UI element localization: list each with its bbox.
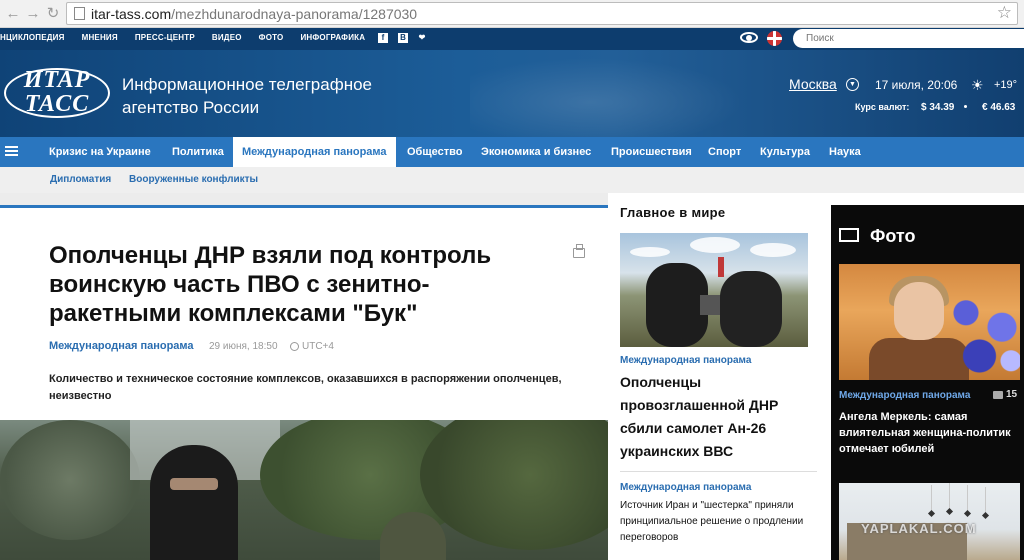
photo-frame-icon — [839, 228, 859, 242]
english-flag-icon[interactable] — [767, 31, 782, 46]
separator-dot — [964, 105, 967, 108]
article-card: Ополченцы ДНР взяли под контроль воинску… — [0, 205, 608, 420]
news-item-category[interactable]: Международная панорама — [620, 482, 751, 493]
header-background-photo — [470, 50, 770, 137]
world-news-title: Главное в мире — [620, 205, 726, 220]
sub-navigation: Дипломатия Вооруженные конфликты — [0, 167, 1024, 193]
rates-label: Курс валют: — [855, 102, 910, 112]
bookmark-star-icon[interactable]: ☆ — [997, 3, 1012, 23]
top-menu-item-press-center[interactable]: ПРЕСС-ЦЕНТР — [135, 33, 195, 42]
nav-item-society[interactable]: Общество — [398, 137, 471, 167]
nav-item-culture[interactable]: Культура — [751, 137, 819, 167]
photo-column: Фото Международная панорама 15 Ангела Ме… — [831, 205, 1024, 560]
page-icon — [74, 7, 85, 20]
nav-item-incidents[interactable]: Происшествия — [602, 137, 701, 167]
nav-item-sport[interactable]: Спорт — [699, 137, 750, 167]
address-bar[interactable]: itar-tass.com/mezhdunarodnaya-panorama/1… — [66, 2, 1018, 25]
sun-icon: ☀ — [971, 77, 984, 93]
reload-icon[interactable]: ↻ — [44, 4, 62, 24]
nav-item-science[interactable]: Наука — [820, 137, 870, 167]
news-item-headline[interactable]: Ополченцы провозглашенной ДНР сбили само… — [620, 371, 816, 463]
article-photo — [0, 420, 608, 560]
browser-toolbar: ← → ↻ itar-tass.com/mezhdunarodnaya-pano… — [0, 0, 1024, 28]
usd-rate: $ 34.39 — [921, 102, 955, 113]
print-icon[interactable] — [573, 244, 585, 258]
twitter-icon[interactable]: ❤ — [417, 33, 427, 43]
nav-item-politics[interactable]: Политика — [163, 137, 233, 167]
eur-rate: € 46.63 — [982, 102, 1016, 113]
subnav-item-armed-conflicts[interactable]: Вооруженные конфликты — [129, 174, 258, 185]
watermark-text: YAPLAKAL.COM — [861, 521, 977, 536]
accessibility-eye-icon[interactable] — [740, 32, 758, 43]
top-menu-item-infographics[interactable]: ИНФОГРАФИКА — [300, 33, 365, 42]
gallery-category[interactable]: Международная панорама — [839, 390, 970, 401]
gallery-headline[interactable]: Ангела Меркель: самая влиятельная женщин… — [839, 409, 1021, 457]
article-headline: Ополченцы ДНР взяли под контроль воинску… — [49, 242, 492, 327]
chevron-down-icon[interactable]: ▼ — [846, 78, 859, 91]
hamburger-menu-icon[interactable] — [5, 146, 18, 156]
clock-icon — [290, 342, 299, 351]
photo-column-title[interactable]: Фото — [870, 226, 915, 247]
nav-item-ukraine-crisis[interactable]: Кризис на Украине — [40, 137, 160, 167]
article-category[interactable]: Международная панорама — [49, 340, 194, 352]
site-header: ИТАР ТАСС Информационное телеграфное аге… — [0, 50, 1024, 137]
article-lead: Количество и техническое состояние компл… — [49, 373, 562, 402]
main-navigation: Кризис на Украине Политика Международная… — [0, 137, 1024, 167]
divider — [620, 471, 817, 472]
news-item-headline[interactable]: Источник Иран и "шестерка" приняли принц… — [620, 498, 820, 546]
top-utility-bar: НЦИКЛОПЕДИЯ МНЕНИЯ ПРЕСС-ЦЕНТР ВИДЕО ФОТ… — [0, 28, 1024, 50]
forward-icon[interactable]: → — [24, 4, 42, 24]
camera-icon — [993, 391, 1003, 399]
article-timezone: UTC+4 — [302, 341, 334, 352]
world-news-photo[interactable] — [620, 233, 808, 347]
current-date: 17 июля, 20:06 — [875, 78, 958, 92]
top-menu-item-video[interactable]: ВИДЕО — [212, 33, 242, 42]
vk-icon[interactable]: B — [398, 33, 408, 43]
back-icon[interactable]: ← — [4, 4, 22, 24]
top-menu-item-opinions[interactable]: МНЕНИЯ — [82, 33, 118, 42]
site-tagline: Информационное телеграфное агентство Рос… — [122, 75, 372, 117]
photo-gallery-thumbnail[interactable] — [839, 264, 1020, 380]
gallery-photo-count: 15 — [1006, 389, 1018, 400]
city-selector[interactable]: Москва — [789, 76, 837, 92]
news-item-category[interactable]: Международная панорама — [620, 355, 751, 366]
search-input[interactable] — [793, 29, 1024, 48]
top-menu: НЦИКЛОПЕДИЯ МНЕНИЯ ПРЕСС-ЦЕНТР ВИДЕО ФОТ… — [0, 33, 382, 42]
nav-item-economy[interactable]: Экономика и бизнес — [472, 137, 600, 167]
article-date: 29 июня, 18:50 — [209, 341, 278, 352]
subnav-item-diplomacy[interactable]: Дипломатия — [50, 174, 111, 185]
top-menu-item-photo[interactable]: ФОТО — [259, 33, 284, 42]
facebook-icon[interactable]: f — [378, 33, 388, 43]
top-menu-item-encyclopedia[interactable]: НЦИКЛОПЕДИЯ — [0, 33, 65, 42]
temperature: +19° — [994, 79, 1018, 91]
world-news-column: Главное в мире Международная панорама Оп… — [608, 193, 831, 560]
itar-tass-logo[interactable]: ИТАР ТАСС — [4, 64, 110, 122]
photo-gallery-thumbnail[interactable]: YAPLAKAL.COM — [839, 483, 1020, 560]
nav-item-international[interactable]: Международная панорама — [233, 137, 396, 167]
url-text: itar-tass.com/mezhdunarodnaya-panorama/1… — [91, 6, 418, 22]
